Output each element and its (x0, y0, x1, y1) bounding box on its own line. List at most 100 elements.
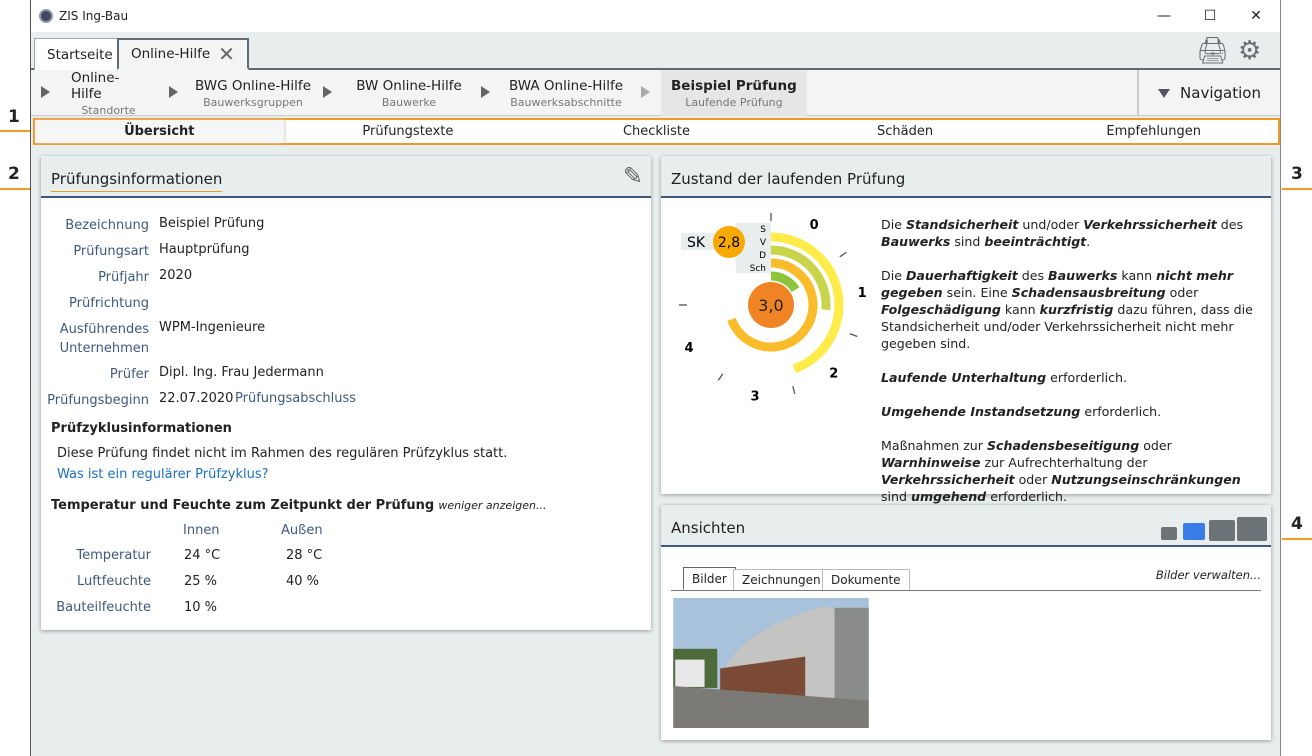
caret-down-icon (1158, 88, 1171, 98)
field-label: Prüfer (109, 367, 149, 382)
manage-images-link[interactable]: Bilder verwalten... (1156, 568, 1261, 582)
subtab-schaeden[interactable]: Schäden (781, 120, 1030, 143)
image-medium-icon[interactable] (1183, 523, 1205, 540)
tab-bilder[interactable]: Bilder (683, 567, 736, 590)
text-segment: beeinträchtigt (984, 234, 1087, 249)
breadcrumb-title: Online-Hilfe (71, 69, 120, 102)
text-segment: Die (881, 217, 906, 232)
text-segment: sein. Eine (942, 285, 1012, 300)
panel-header: Zustand der laufenden Prüfung (661, 156, 1271, 198)
tab-online-hilfe[interactable]: Online-Hilfe ✕ (117, 38, 249, 70)
gauge-tick (849, 333, 858, 338)
col-innen: Innen (183, 523, 220, 538)
text-segment: kann (1000, 302, 1040, 317)
ring-label: D (759, 251, 766, 261)
less-toggle[interactable]: weniger anzeigen... (438, 499, 546, 512)
breadcrumb-sub: Standorte (81, 103, 136, 117)
text-segment: Laufende Unterhaltung (881, 370, 1047, 385)
minimize-button[interactable]: — (1141, 0, 1187, 32)
subtab-empfehlungen[interactable]: Empfehlungen (1029, 120, 1278, 143)
text-segment: oder (1165, 285, 1199, 300)
description-paragraph: Die Standsicherheit und/oder Verkehrssic… (881, 216, 1266, 250)
marker-4: 4 (1291, 514, 1303, 534)
field-value: WPM-Ingenieure (159, 320, 266, 335)
text-segment: kurzfristig (1039, 302, 1114, 317)
condition-description: Die Standsicherheit und/oder Verkehrssic… (881, 216, 1266, 522)
temp-label: Luftfeuchte (77, 574, 151, 589)
tab-bar: Startseite Online-Hilfe ✕ 🖨 ⚙ (31, 32, 1280, 70)
temp-innen: 25 % (184, 574, 218, 589)
pruefungsabschluss-label: Prüfungsabschluss (235, 391, 357, 406)
tab-label: Startseite (47, 46, 113, 63)
panel-title: Ansichten (671, 519, 746, 537)
subtab-uebersicht[interactable]: Übersicht (35, 120, 284, 143)
chevron-right-icon (481, 86, 490, 98)
scale-label: 2 (829, 366, 838, 381)
breadcrumb-current[interactable]: Beispiel Prüfung Laufende Prüfung (661, 70, 807, 116)
printer-icon[interactable]: 🖨 (1196, 36, 1229, 66)
scale-label: 4 (685, 341, 694, 356)
scale-label: 0 (810, 218, 819, 233)
text-segment: des (1216, 217, 1244, 232)
ring-label: V (760, 238, 767, 248)
text-segment: oder (1139, 438, 1172, 453)
text-segment: erforderlich. (986, 489, 1068, 504)
zyklus-link[interactable]: Was ist ein regulärer Prüfzyklus? (57, 467, 269, 482)
zustand-panel: Zustand der laufenden Prüfung 3,0 2,8 SK S V… (661, 156, 1271, 504)
subtab-pruefungstexte[interactable]: Prüfungstexte (284, 120, 533, 143)
panel-header: Prüfungsinformationen ✎ (41, 156, 651, 198)
text-segment: umgehend (911, 489, 987, 504)
gauge-tick (717, 373, 724, 381)
breadcrumb-item[interactable]: BWG Online-Hilfe Bauwerksgruppen (194, 70, 312, 116)
description-paragraph: Maßnahmen zur Schadensbeseitigung oder W… (881, 437, 1266, 505)
text-segment: Verkehrssicherheit (881, 472, 1015, 487)
tab-startseite[interactable]: Startseite (34, 38, 126, 70)
temp-label: Temperatur (76, 548, 151, 563)
text-segment: Umgehende Instandsetzung (881, 404, 1081, 419)
text-segment: Maßnahmen zur (881, 438, 987, 453)
text-segment: Verkehrssicherheit (1083, 217, 1217, 232)
edit-pencil-icon[interactable]: ✎ (623, 162, 643, 190)
close-tab-icon[interactable]: ✕ (218, 42, 235, 66)
description-paragraph: Umgehende Instandsetzung erforderlich. (881, 403, 1266, 420)
breadcrumb-title: Beispiel Prüfung (671, 77, 797, 94)
text-segment: Nutzungseinschränkungen (1051, 472, 1241, 487)
close-button[interactable]: ✕ (1233, 0, 1279, 32)
tab-dokumente[interactable]: Dokumente (822, 569, 910, 590)
image-xlarge-icon[interactable] (1237, 517, 1267, 541)
tab-zeichnungen[interactable]: Zeichnungen (733, 569, 830, 590)
field-label: Ausführendes Unternehmen (59, 322, 149, 356)
sk-label: SK (687, 235, 706, 251)
description-paragraph: Die Dauerhaftigkeit des Bauwerks kann ni… (881, 267, 1266, 352)
sk-value: 2,8 (718, 235, 740, 251)
title-bar: ZIS Ing-Bau — ☐ ✕ (31, 0, 1280, 32)
subtab-checkliste[interactable]: Checkliste (532, 120, 781, 143)
gauge-tick (792, 385, 796, 395)
breadcrumb-item[interactable]: BWA Online-Hilfe Bauwerksabschnitte (507, 70, 625, 116)
scale-label: 3 (751, 390, 760, 405)
chevron-right-icon (41, 86, 50, 98)
text-segment: erforderlich. (1080, 404, 1162, 419)
temp-aussen: 28 °C (286, 548, 323, 563)
maximize-button[interactable]: ☐ (1187, 0, 1233, 32)
text-segment: Schadensausbreitung (1011, 285, 1166, 300)
image-small-icon[interactable] (1161, 527, 1177, 540)
breadcrumb-item[interactable]: BW Online-Hilfe Bauwerke (353, 70, 465, 116)
text-segment: sind (881, 489, 912, 504)
ansichten-panel: Ansichten Bilder Zeichnungen Dokumente B… (661, 505, 1271, 740)
field-value: 2020 (159, 268, 193, 283)
zyklus-text: Diese Prüfung findet nicht im Rahmen des… (57, 446, 508, 461)
text-segment: oder (1014, 472, 1052, 487)
gear-icon[interactable]: ⚙ (1238, 36, 1261, 66)
text-segment: Folgeschädigung (881, 302, 1001, 317)
col-aussen: Außen (281, 523, 323, 538)
info-panel: Prüfungsinformationen ✎ Bezeichnung Beisp… (41, 156, 651, 630)
image-large-icon[interactable] (1209, 520, 1235, 541)
ring-label: Sch (750, 264, 766, 274)
field-label: Prüfrichtung (69, 296, 149, 311)
navigation-button[interactable]: Navigation (1137, 70, 1280, 116)
building-photo[interactable] (673, 598, 869, 728)
breadcrumb-sub: Bauwerksgruppen (203, 95, 303, 109)
temp-aussen: 40 % (286, 574, 320, 589)
breadcrumb-item[interactable]: Online-Hilfe Standorte (71, 69, 146, 117)
